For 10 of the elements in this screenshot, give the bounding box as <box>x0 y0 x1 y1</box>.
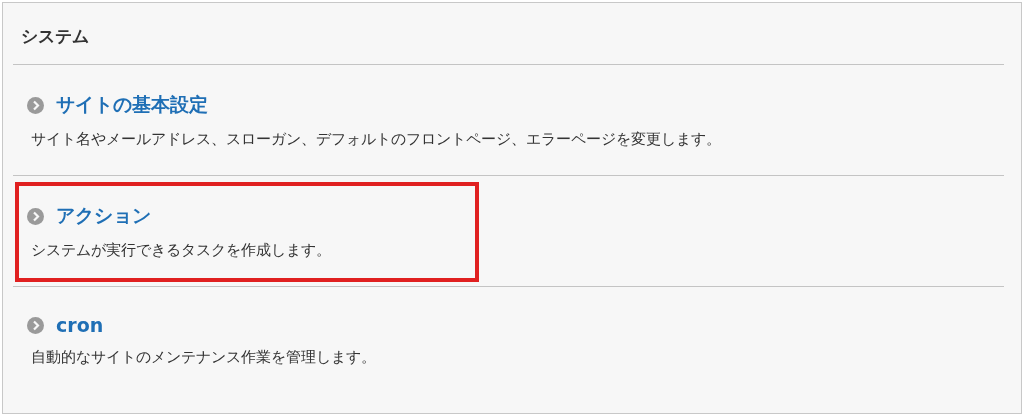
item-link[interactable]: アクション <box>56 203 151 229</box>
chevron-circle-icon <box>27 96 44 114</box>
chevron-circle-icon <box>27 207 44 225</box>
item-link[interactable]: サイトの基本設定 <box>56 92 208 118</box>
item-description: システムが実行できるタスクを作成します。 <box>31 241 332 260</box>
item-description: 自動的なサイトのメンテナンス作業を管理します。 <box>31 348 377 367</box>
item-link[interactable]: cron <box>56 314 104 336</box>
panel-title: システム <box>20 25 90 48</box>
chevron-circle-icon <box>27 316 44 334</box>
item-description: サイト名やメールアドレス、スローガン、デフォルトのフロントページ、エラーページを変更します。 <box>31 130 722 149</box>
